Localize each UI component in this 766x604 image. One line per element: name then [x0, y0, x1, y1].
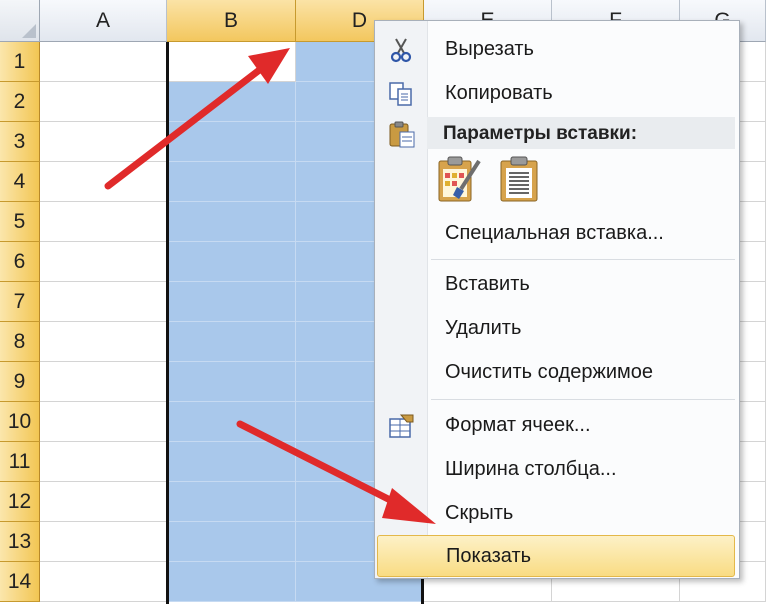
paste-values-icon[interactable] — [497, 155, 545, 205]
row-header-4[interactable]: 4 — [0, 162, 40, 202]
grid-cell[interactable] — [40, 442, 167, 482]
menu-item-label: Скрыть — [445, 502, 514, 524]
row-header-12[interactable]: 12 — [0, 482, 40, 522]
column-header-label: A — [95, 8, 110, 32]
row-header-label: 6 — [13, 249, 26, 273]
grid-cell[interactable] — [40, 82, 167, 122]
grid-cell[interactable] — [167, 122, 296, 162]
row-header-3[interactable]: 3 — [0, 122, 40, 162]
menu-separator — [431, 399, 735, 400]
row-header-8[interactable]: 8 — [0, 322, 40, 362]
menu-item-label: Копировать — [445, 82, 553, 104]
menu-item-label: Удалить — [445, 317, 522, 339]
grid-cell[interactable] — [40, 402, 167, 442]
grid-cell[interactable] — [40, 42, 167, 82]
grid-cell[interactable] — [40, 562, 167, 602]
menu-item-hide[interactable]: Скрыть — [377, 493, 735, 535]
menu-item-label: Очистить содержимое — [445, 361, 653, 383]
row-header-7[interactable]: 7 — [0, 282, 40, 322]
menu-separator — [431, 259, 735, 260]
row-header-2[interactable]: 2 — [0, 82, 40, 122]
menu-item-copy[interactable]: Копировать — [377, 73, 735, 115]
row-header-5[interactable]: 5 — [0, 202, 40, 242]
selection-border-left — [166, 42, 169, 604]
row-header-label: 8 — [13, 329, 26, 353]
grid-cell[interactable] — [167, 242, 296, 282]
grid-cell[interactable] — [167, 402, 296, 442]
row-header-11[interactable]: 11 — [0, 442, 40, 482]
row-header-label: 7 — [13, 289, 26, 313]
row-header-label: 12 — [7, 489, 32, 513]
menu-item-label: Показать — [446, 545, 532, 567]
row-header-label: 2 — [13, 89, 26, 113]
grid-cell[interactable] — [167, 322, 296, 362]
row-header-14[interactable]: 14 — [0, 562, 40, 602]
menu-item-delete[interactable]: Удалить — [377, 308, 735, 350]
paste-options-header: Параметры вставки: — [427, 117, 735, 149]
row-header-label: 13 — [7, 529, 32, 553]
menu-item-label: Специальная вставка... — [445, 222, 664, 244]
row-header-label: 10 — [7, 409, 32, 433]
menu-item-format-cells[interactable]: Формат ячеек... — [377, 405, 735, 447]
column-header-a[interactable]: A — [40, 0, 167, 42]
grid-cell[interactable] — [40, 162, 167, 202]
paste-format-brush-icon[interactable] — [435, 155, 483, 205]
grid-cell[interactable] — [40, 482, 167, 522]
row-header-label: 14 — [7, 569, 32, 593]
row-header-label: 4 — [13, 169, 26, 193]
grid-cell[interactable] — [167, 482, 296, 522]
menu-item-paste-special[interactable]: Специальная вставка... — [377, 213, 735, 255]
scissors-icon — [390, 38, 412, 63]
grid-cell[interactable] — [167, 362, 296, 402]
grid-cell[interactable] — [167, 82, 296, 122]
menu-item-label: Вырезать — [445, 38, 534, 60]
select-all-corner[interactable] — [0, 0, 40, 42]
menu-item-clear-contents[interactable]: Очистить содержимое — [377, 352, 735, 394]
grid-cell[interactable] — [167, 562, 296, 602]
grid-cell[interactable] — [40, 322, 167, 362]
grid-cell[interactable] — [40, 522, 167, 562]
menu-item-cut[interactable]: Вырезать — [377, 29, 735, 71]
grid-cell[interactable] — [40, 282, 167, 322]
row-header-label: 11 — [8, 449, 31, 473]
column-header-label: D — [351, 8, 368, 32]
menu-item-column-width[interactable]: Ширина столбца... — [377, 449, 735, 491]
menu-item-label: Формат ячеек... — [445, 414, 591, 436]
row-header-6[interactable]: 6 — [0, 242, 40, 282]
row-header-label: 1 — [13, 49, 26, 73]
menu-item-insert[interactable]: Вставить — [377, 264, 735, 306]
row-header-10[interactable]: 10 — [0, 402, 40, 442]
menu-item-label: Ширина столбца... — [445, 458, 617, 480]
paste-options-header-label: Параметры вставки: — [443, 123, 638, 144]
grid-cell[interactable] — [167, 162, 296, 202]
grid-cell[interactable] — [40, 202, 167, 242]
clipboard-paste-icon — [389, 121, 415, 148]
format-cells-icon — [389, 414, 414, 438]
grid-cell[interactable] — [40, 122, 167, 162]
row-header-13[interactable]: 13 — [0, 522, 40, 562]
grid-cell[interactable] — [167, 522, 296, 562]
grid-cell[interactable] — [167, 42, 296, 82]
row-header-label: 3 — [13, 129, 26, 153]
menu-item-label: Вставить — [445, 273, 530, 295]
copy-icon — [389, 82, 412, 106]
column-header-label: B — [223, 8, 238, 32]
menu-item-unhide[interactable]: Показать — [377, 535, 735, 577]
row-header-9[interactable]: 9 — [0, 362, 40, 402]
row-header-label: 5 — [13, 209, 26, 233]
column-header-b[interactable]: B — [167, 0, 296, 42]
grid-cell[interactable] — [40, 242, 167, 282]
select-all-triangle-icon — [22, 24, 36, 38]
grid-cell[interactable] — [167, 442, 296, 482]
grid-cell[interactable] — [167, 202, 296, 242]
grid-cell[interactable] — [40, 362, 167, 402]
row-header-label: 9 — [13, 369, 26, 393]
grid-cell[interactable] — [167, 282, 296, 322]
context-menu: Вырезать Копировать Параметры вставки: С… — [374, 20, 740, 579]
row-header-1[interactable]: 1 — [0, 42, 40, 82]
